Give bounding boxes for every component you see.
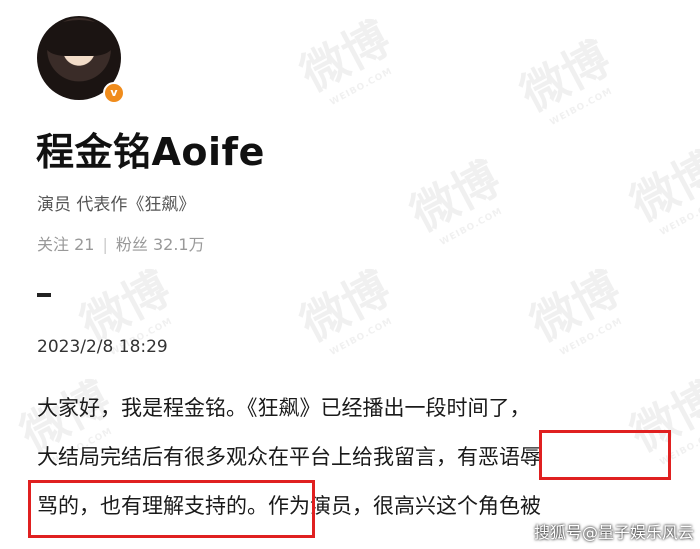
section-divider [37,293,51,297]
weibo-watermark: 微博 WEIBO.COM [291,10,399,108]
stats-divider: | [102,235,108,254]
highlighted-text: 骂的，也有理解支持的。 [37,494,268,518]
followers-link[interactable]: 粉丝 32.1万 [116,235,205,254]
weibo-watermark: 微博 WEIBO.COM [621,140,700,238]
highlighted-text: 有恶语辱 [457,445,541,469]
following-link[interactable]: 关注 21 [37,235,94,254]
post-body: 大家好，我是程金铭。《狂飙》已经播出一段时间了， 大结局完结后有很多观众在平台上… [37,384,687,531]
weibo-watermark: 微博 WEIBO.COM [511,30,619,128]
profile-bio: 演员 代表作《狂飙》 [37,195,196,215]
avatar-hair [45,20,113,56]
followers-count: 32.1万 [152,235,205,254]
post-text: 大结局完结后有很多观众在平台上给我留言， [37,445,457,469]
weibo-watermark: 微博 WEIBO.COM [521,260,629,358]
weibo-watermark: 微博 WEIBO.COM [401,150,509,248]
post-text: 大家好，我是程金铭。《狂飙》已经播出一段时间了， [37,396,531,420]
profile-stats: 关注 21 | 粉丝 32.1万 [37,231,205,255]
post-date: 2023/2/8 18:29 [37,337,168,357]
weibo-watermark: 微博 WEIBO.COM [291,260,399,358]
profile-name[interactable]: 程金铭Aoife [36,121,265,176]
post-line: 大结局完结后有很多观众在平台上给我留言，有恶语辱 [37,433,687,482]
following-label: 关注 [37,235,70,254]
followers-label: 粉丝 [115,235,148,254]
post-line: 大家好，我是程金铭。《狂飙》已经播出一段时间了， [37,384,687,433]
verified-badge-icon: v [103,82,125,104]
following-count: 21 [74,235,95,254]
source-credit: 搜狐号@量子娱乐风云 [533,523,694,542]
post-text: 作为演员，很高兴这个角色被 [268,494,541,518]
